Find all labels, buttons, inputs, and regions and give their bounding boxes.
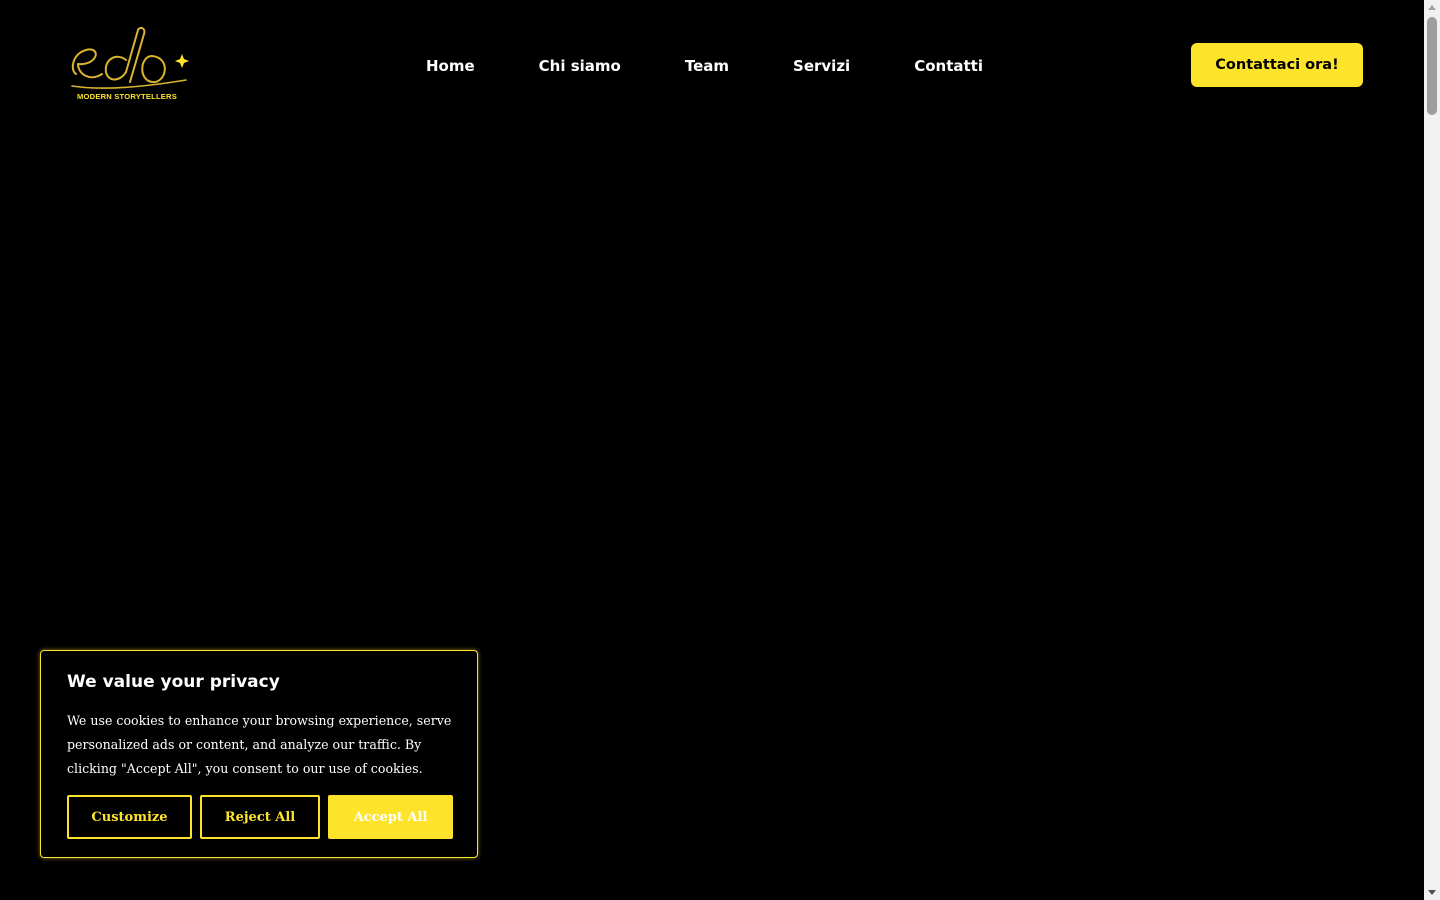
nav-item-home[interactable]: Home (394, 57, 507, 75)
cookie-actions: Customize Reject All Accept All (67, 795, 453, 839)
cookie-consent-banner: We value your privacy We use cookies to … (40, 650, 478, 858)
customize-button[interactable]: Customize (67, 795, 192, 839)
contact-now-button[interactable]: Contattaci ora! (1191, 43, 1363, 87)
nav-item-team[interactable]: Team (653, 57, 761, 75)
page: MODERN STORYTELLERS Home Chi siamo Team … (0, 0, 1440, 900)
cookie-title: We value your privacy (67, 672, 280, 692)
site-logo[interactable]: MODERN STORYTELLERS (68, 24, 192, 106)
scroll-down-arrow-icon[interactable] (1428, 890, 1436, 895)
site-header: MODERN STORYTELLERS Home Chi siamo Team … (0, 0, 1424, 130)
edo-logo-icon (71, 26, 189, 89)
accept-all-button[interactable]: Accept All (328, 795, 453, 839)
logo-tagline: MODERN STORYTELLERS (77, 92, 177, 101)
cookie-description: We use cookies to enhance your browsing … (67, 713, 452, 776)
nav-item-servizi[interactable]: Servizi (761, 57, 882, 75)
scroll-up-arrow-icon[interactable] (1428, 5, 1436, 10)
reject-all-button[interactable]: Reject All (200, 795, 320, 839)
main-nav: Home Chi siamo Team Servizi Contatti (394, 54, 1015, 78)
vertical-scrollbar[interactable] (1424, 0, 1440, 900)
scrollbar-thumb[interactable] (1427, 17, 1437, 115)
nav-item-contatti[interactable]: Contatti (882, 57, 1015, 75)
nav-item-chi-siamo[interactable]: Chi siamo (507, 57, 653, 75)
